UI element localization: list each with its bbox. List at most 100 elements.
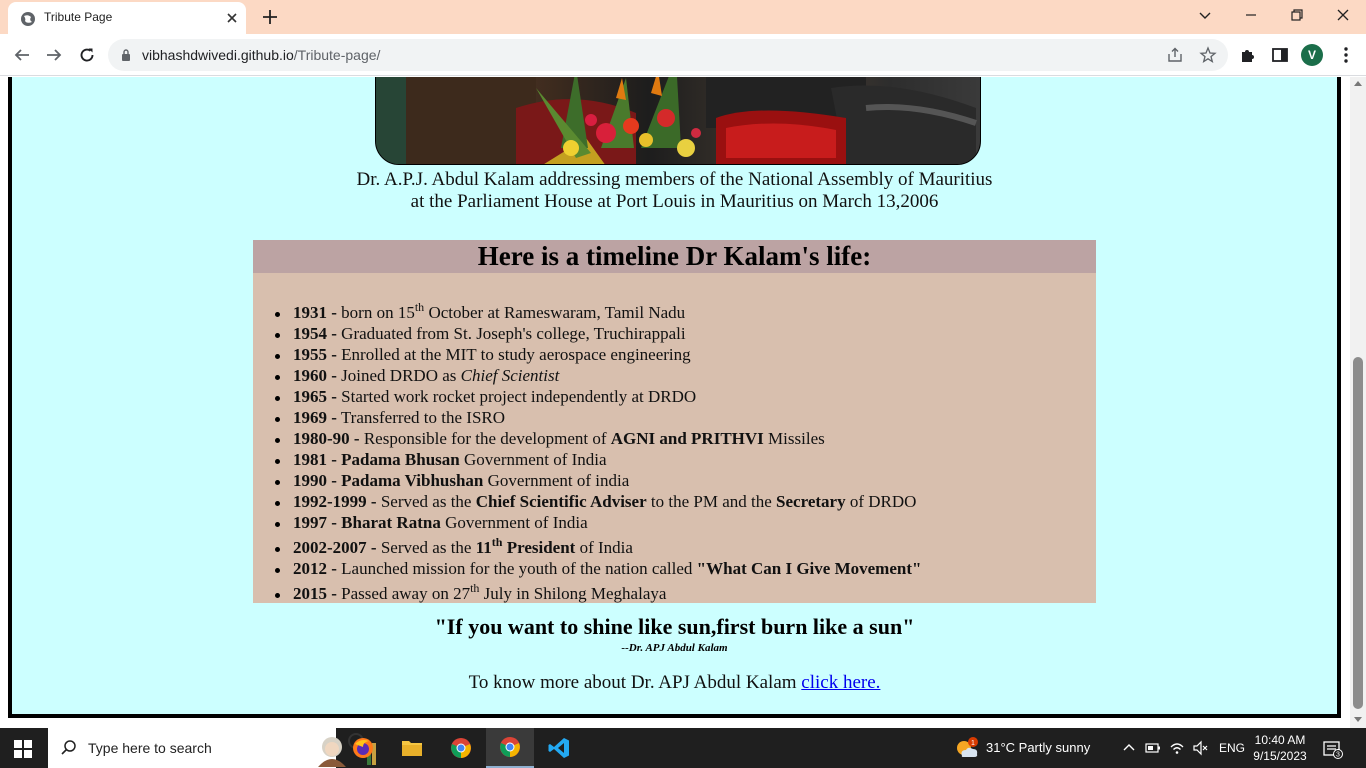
url-host: vibhashdwivedi.github.io	[142, 47, 294, 63]
scroll-up-arrow-icon[interactable]	[1354, 81, 1362, 86]
timeline-text: of DRDO	[845, 492, 917, 511]
caption-line-2: at the Parliament House at Port Louis in…	[410, 191, 939, 212]
url-text[interactable]: vibhashdwivedi.github.io/Tribute-page/	[142, 47, 380, 63]
timeline-bold: Bharat Ratna	[341, 513, 441, 532]
timeline-text: July in Shilong Meghalaya	[479, 584, 667, 603]
volume-muted-icon[interactable]	[1192, 740, 1208, 756]
tab-strip: Tribute Page	[0, 0, 1366, 34]
close-window-button[interactable]	[1320, 0, 1366, 30]
photo-scene	[376, 77, 977, 164]
timeline-year: 1954 -	[293, 324, 337, 343]
timeline-text: Passed away on 27	[341, 584, 471, 603]
timeline-item: 1969 - Transferred to the ISRO	[275, 407, 1085, 428]
timeline-year: 2002-2007 -	[293, 538, 377, 557]
close-icon	[1337, 9, 1349, 21]
timeline-text: born on 15	[341, 303, 415, 322]
forward-button[interactable]	[42, 43, 66, 67]
timeline-item: 1955 - Enrolled at the MIT to study aero…	[275, 344, 1085, 365]
timeline-heading: Here is a timeline Dr Kalam's life:	[253, 240, 1096, 273]
timeline-item: 2002-2007 - Served as the 11th President…	[275, 533, 1085, 558]
profile-avatar[interactable]: V	[1301, 44, 1323, 66]
timeline-text: Served as the	[380, 538, 476, 557]
lock-icon[interactable]	[120, 48, 132, 62]
taskbar-chrome[interactable]	[437, 728, 485, 768]
chevron-up-icon[interactable]	[1121, 740, 1137, 756]
timeline-text: October at Rameswaram, Tamil Nadu	[424, 303, 686, 322]
wifi-icon[interactable]	[1169, 740, 1185, 756]
reload-button[interactable]	[75, 43, 99, 67]
battery-icon[interactable]	[1145, 740, 1161, 756]
share-icon[interactable]	[1166, 46, 1184, 64]
side-panel-icon[interactable]	[1270, 45, 1290, 65]
timeline-item: 2015 - Passed away on 27th July in Shilo…	[275, 579, 1085, 604]
page-scrollbar[interactable]	[1350, 77, 1366, 728]
timeline-text: Missiles	[763, 429, 825, 448]
timeline-section: Here is a timeline Dr Kalam's life: 1931…	[253, 240, 1096, 603]
chrome-icon	[451, 738, 471, 758]
timeline-year: 2015 -	[293, 584, 337, 603]
address-bar[interactable]: vibhashdwivedi.github.io/Tribute-page/	[108, 39, 1228, 71]
taskbar-vscode[interactable]	[535, 728, 583, 768]
notification-count: 3	[1336, 752, 1340, 759]
timeline-item: 1954 - Graduated from St. Joseph's colle…	[275, 323, 1085, 344]
taskbar-file-explorer[interactable]	[388, 728, 436, 768]
timeline-bold: President	[502, 538, 576, 557]
timeline-item: 1980-90 - Responsible for the developmen…	[275, 428, 1085, 449]
tab-search-button[interactable]	[1182, 0, 1228, 30]
windows-start-icon[interactable]	[14, 740, 32, 758]
vscode-icon	[548, 738, 569, 758]
timeline-text: Started work rocket project independentl…	[341, 387, 697, 406]
taskbar-chrome-active[interactable]	[486, 728, 534, 768]
extensions-icon[interactable]	[1238, 45, 1258, 65]
bookmark-star-icon[interactable]	[1199, 46, 1217, 64]
more-options-icon[interactable]	[1336, 45, 1356, 65]
timeline-bold: Padama Bhusan	[341, 450, 460, 469]
timeline-text: of India	[575, 538, 633, 557]
restore-icon	[1291, 9, 1303, 21]
scroll-down-arrow-icon[interactable]	[1354, 717, 1362, 722]
tribute-main: Dr. A.P.J. Abdul Kalam addressing member…	[8, 77, 1341, 718]
click-here-link[interactable]: click here.	[801, 672, 880, 693]
clock[interactable]: 10:40 AM 9/15/2023	[1252, 732, 1308, 764]
timeline-text: Government of india	[483, 471, 630, 490]
caption-line-1: Dr. A.P.J. Abdul Kalam addressing member…	[356, 169, 993, 190]
timeline-year: 1965 -	[293, 387, 337, 406]
tab-tribute-page[interactable]: Tribute Page	[8, 2, 246, 34]
restore-button[interactable]	[1274, 0, 1320, 30]
taskbar: Type here to search 1 31°C Partly sunny …	[0, 728, 1366, 768]
reload-icon	[80, 48, 94, 62]
taskbar-search-box[interactable]: Type here to search	[48, 728, 376, 768]
search-placeholder: Type here to search	[88, 740, 212, 756]
chrome-icon	[500, 737, 520, 757]
weather-text[interactable]: 31°C Partly sunny	[986, 740, 1090, 755]
clock-date: 9/15/2023	[1253, 749, 1307, 763]
timeline-item: 1965 - Started work rocket project indep…	[275, 386, 1085, 407]
minimize-button[interactable]	[1228, 0, 1274, 30]
timeline-item: 2012 - Launched mission for the youth of…	[275, 558, 1085, 579]
arrow-left-icon	[14, 49, 29, 61]
close-tab-icon[interactable]	[222, 8, 242, 28]
timeline-bold: "What Can I Give Movement"	[696, 559, 922, 578]
folder-icon	[402, 741, 422, 756]
timeline-emphasis: Chief Scientist	[460, 366, 560, 385]
minimize-icon	[1246, 14, 1256, 16]
scroll-thumb[interactable]	[1353, 357, 1363, 709]
taskbar-firefox[interactable]	[339, 728, 387, 768]
timeline-text: Government of India	[440, 513, 588, 532]
new-tab-icon[interactable]	[259, 6, 281, 28]
timeline-item: 1990 - Padama Vibhushan Government of in…	[275, 470, 1085, 491]
timeline-year: 1955 -	[293, 345, 337, 364]
timeline-year: 1981 -	[293, 450, 337, 469]
clock-time: 10:40 AM	[1254, 733, 1306, 747]
language-indicator[interactable]: ENG	[1219, 741, 1245, 755]
timeline-year: 1980-90 -	[293, 429, 360, 448]
chevron-down-icon	[1199, 12, 1211, 19]
page-viewport[interactable]: Dr. A.P.J. Abdul Kalam addressing member…	[0, 77, 1350, 728]
partly-sunny-icon[interactable]: 1	[954, 736, 980, 760]
ordinal-suffix: th	[491, 535, 503, 549]
timeline-text: to the PM and the	[646, 492, 777, 511]
weather-badge: 1	[971, 740, 975, 747]
back-button[interactable]	[10, 43, 34, 67]
notification-icon[interactable]: 3	[1323, 739, 1343, 759]
timeline-text: Enrolled at the MIT to study aerospace e…	[341, 345, 691, 364]
